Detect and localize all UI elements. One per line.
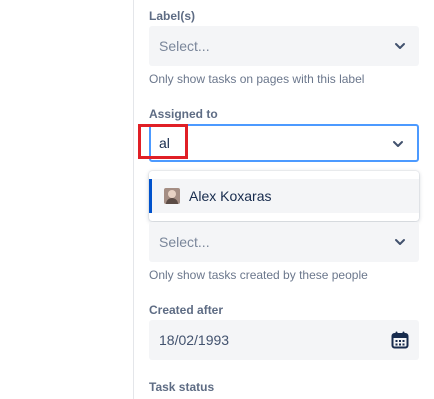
suggestion-name: Alex Koxaras bbox=[189, 188, 272, 204]
assignee-suggestions-menu: Alex Koxaras bbox=[149, 171, 419, 221]
chevron-down-icon bbox=[395, 43, 405, 49]
created-by-select[interactable]: Select... bbox=[149, 222, 419, 262]
created-after-date-input[interactable]: 18/02/1993 bbox=[149, 320, 419, 360]
created-after-value: 18/02/1993 bbox=[159, 332, 230, 348]
assigned-to-label: Assigned to bbox=[149, 107, 218, 121]
calendar-icon[interactable] bbox=[391, 331, 409, 349]
created-after-label: Created after bbox=[149, 303, 224, 317]
created-by-placeholder: Select... bbox=[159, 234, 210, 250]
task-status-label: Task status bbox=[149, 380, 215, 394]
labels-help-text: Only show tasks on pages with this label bbox=[149, 72, 365, 86]
created-by-help-text: Only show tasks created by these people bbox=[149, 268, 368, 282]
labels-field-label: Label(s) bbox=[149, 9, 196, 23]
panel-divider bbox=[133, 0, 134, 399]
suggestion-option[interactable]: Alex Koxaras bbox=[149, 179, 419, 213]
labels-select[interactable]: Select... bbox=[149, 26, 419, 66]
labels-select-placeholder: Select... bbox=[159, 38, 210, 54]
chevron-down-icon bbox=[393, 141, 403, 147]
user-avatar-icon bbox=[164, 188, 180, 204]
chevron-down-icon bbox=[395, 239, 405, 245]
assigned-to-input[interactable]: al bbox=[149, 124, 419, 162]
input-highlight-box bbox=[138, 124, 188, 159]
